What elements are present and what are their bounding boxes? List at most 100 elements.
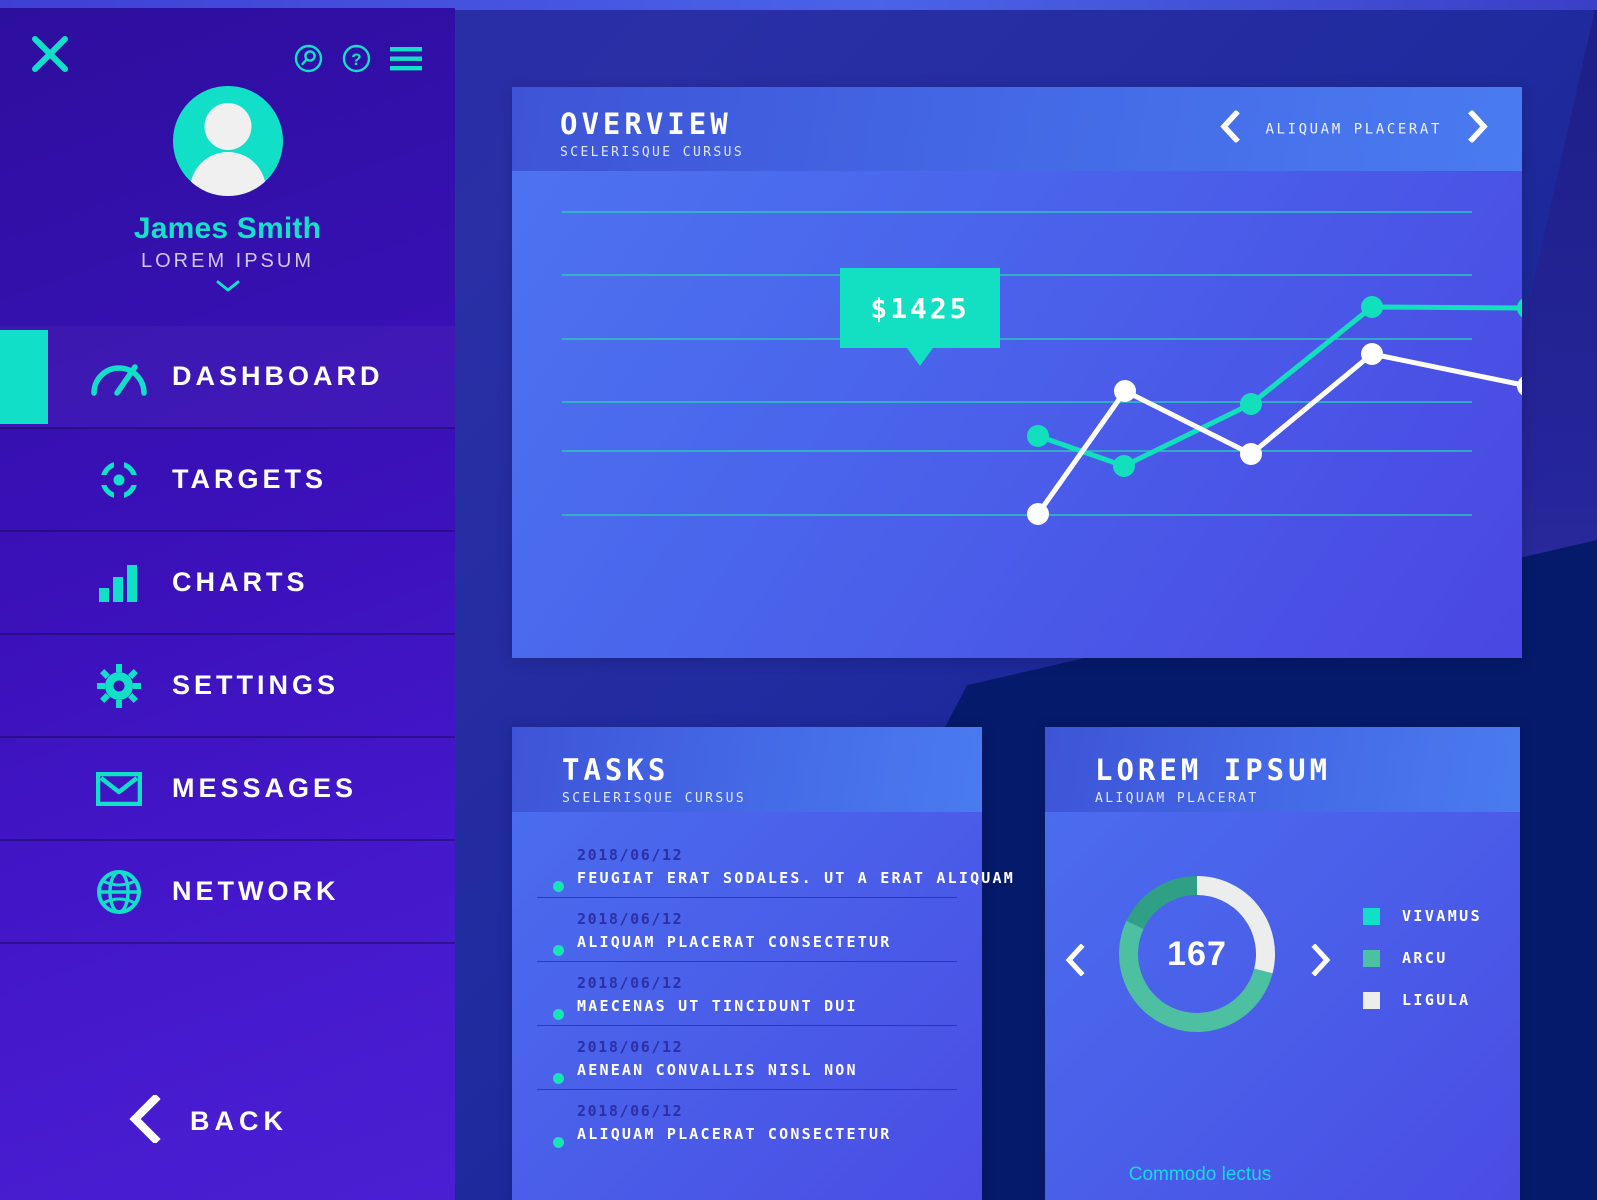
line-chart-svg <box>562 147 1597 525</box>
overview-card: OVERVIEW SCELERISQUE CURSUS ALIQUAM PLAC… <box>512 87 1597 658</box>
legend-swatch <box>1363 991 1380 1009</box>
sidebar-top-icons: ? <box>294 44 422 78</box>
chart-point-white[interactable] <box>1240 443 1262 465</box>
donut-title: LOREM IPSUM <box>1095 753 1332 787</box>
task-status-dot <box>553 881 564 892</box>
sidebar-menu: DASHBOARD TARGETS CHARTS SETTINGS MESSAG… <box>0 326 455 944</box>
task-text: MAECENAS UT TINCIDUNT DUI <box>577 997 858 1015</box>
task-date: 2018/06/12 <box>577 846 684 864</box>
legend-swatch <box>1363 949 1380 967</box>
chart-point-white[interactable] <box>1361 343 1383 365</box>
tasks-title: TASKS <box>562 753 670 787</box>
chevron-down-icon[interactable] <box>0 279 455 298</box>
sidebar-item-label: DASHBOARD <box>172 361 384 391</box>
task-date: 2018/06/12 <box>577 910 684 928</box>
active-indicator <box>0 330 48 424</box>
target-icon <box>88 455 150 504</box>
main-content: OVERVIEW SCELERISQUE CURSUS ALIQUAM PLAC… <box>455 0 1597 1200</box>
legend-item[interactable]: VIVAMUS <box>1363 907 1482 925</box>
task-text: ALIQUAM PLACERAT CONSECTETUR <box>577 1125 892 1143</box>
avatar-body <box>189 152 266 196</box>
chevron-left-icon[interactable] <box>1065 943 1085 981</box>
task-row[interactable]: 2018/06/12 AENEAN CONVALLIS NISL NON <box>537 1025 957 1089</box>
sidebar-item-label: TARGETS <box>172 464 327 494</box>
legend-label: LIGULA <box>1402 991 1471 1009</box>
menu-icon[interactable] <box>390 46 422 77</box>
sidebar-item-label: NETWORK <box>172 876 340 906</box>
sidebar: ? James Smith LOREM IPSUM DASHBOARD TARG… <box>0 8 455 1200</box>
task-row[interactable]: 2018/06/12 ALIQUAM PLACERAT CONSECTETUR <box>537 897 957 961</box>
task-date: 2018/06/12 <box>577 974 684 992</box>
donut-chart: 167 <box>1107 864 1287 1044</box>
donut-subtitle: ALIQUAM PLACERAT <box>1095 791 1259 806</box>
task-text: FEUGIAT ERAT SODALES. UT A ERAT ALIQUAM <box>577 869 1015 887</box>
tasks-card: TASKS SCELERISQUE CURSUS 2018/06/12 FEUGI… <box>512 727 1015 1200</box>
gear-icon <box>88 663 150 708</box>
chevron-right-icon[interactable] <box>1468 109 1488 148</box>
task-text: ALIQUAM PLACERAT CONSECTETUR <box>577 933 892 951</box>
chart-point-white[interactable] <box>1027 503 1049 525</box>
tasks-list: 2018/06/12 FEUGIAT ERAT SODALES. UT A ERA… <box>512 812 1015 1200</box>
avatar[interactable] <box>172 86 283 196</box>
sidebar-item-messages[interactable]: MESSAGES <box>0 738 455 841</box>
legend-label: VIVAMUS <box>1402 907 1483 925</box>
search-icon[interactable] <box>294 44 323 78</box>
task-date: 2018/06/12 <box>577 1038 684 1056</box>
chart-line-teal <box>1035 304 1597 469</box>
chart-point-teal[interactable] <box>1361 296 1383 318</box>
profile-block: James Smith LOREM IPSUM <box>0 86 455 298</box>
envelope-icon <box>88 771 150 806</box>
sidebar-item-charts[interactable]: CHARTS <box>0 532 455 635</box>
chart-series <box>1027 296 1597 525</box>
task-row[interactable]: 2018/06/12 MAECENAS UT TINCIDUNT DUI <box>537 961 957 1025</box>
chart-point-white[interactable] <box>1517 375 1539 397</box>
sidebar-item-network[interactable]: NETWORK <box>0 841 455 944</box>
task-date: 2018/06/12 <box>577 1102 684 1120</box>
chart-gridlines <box>562 147 1472 516</box>
legend-swatch <box>1363 907 1380 925</box>
task-status-dot <box>553 1009 564 1020</box>
chart-point-teal[interactable] <box>1517 297 1539 319</box>
back-button[interactable]: BACK <box>0 1093 455 1148</box>
overview-nav-label: ALIQUAM PLACERAT <box>1265 121 1442 137</box>
tasks-header: TASKS SCELERISQUE CURSUS <box>512 727 982 812</box>
legend-item[interactable]: LIGULA <box>1363 991 1482 1009</box>
close-icon[interactable] <box>30 34 70 74</box>
task-text: AENEAN CONVALLIS NISL NON <box>577 1061 858 1079</box>
chart-point-teal[interactable] <box>1113 455 1135 477</box>
sidebar-item-label: SETTINGS <box>172 670 340 700</box>
donut-header: LOREM IPSUM ALIQUAM PLACERAT <box>1045 727 1520 812</box>
chevron-left-icon[interactable] <box>1219 109 1240 148</box>
task-status-dot <box>553 1073 564 1084</box>
chart-tooltip: $1425 <box>840 268 1000 348</box>
sidebar-item-settings[interactable]: SETTINGS <box>0 635 455 738</box>
task-row[interactable]: 2018/06/12 ALIQUAM PLACERAT CONSECTETUR <box>537 1089 957 1153</box>
chart-point-teal[interactable] <box>1240 393 1262 415</box>
donut-caption: Commodo lectus <box>1128 1164 1272 1185</box>
task-status-dot <box>553 1137 564 1148</box>
overview-nav: ALIQUAM PLACERAT <box>1219 109 1488 148</box>
sidebar-item-label: MESSAGES <box>172 773 358 803</box>
help-icon[interactable]: ? <box>342 44 371 78</box>
task-row[interactable]: 2018/06/12 FEUGIAT ERAT SODALES. UT A ERA… <box>537 834 1015 897</box>
svg-text:?: ? <box>351 50 361 69</box>
task-status-dot <box>553 945 564 956</box>
donut-legend: VIVAMUS ARCU LIGULA <box>1363 907 1482 1033</box>
globe-icon <box>88 869 150 915</box>
chart-point-teal[interactable] <box>1027 425 1049 447</box>
sidebar-item-label: CHARTS <box>172 567 309 597</box>
gauge-icon <box>88 357 150 397</box>
user-subtitle: LOREM IPSUM <box>140 250 315 272</box>
user-name: James Smith <box>133 212 322 245</box>
chevron-right-icon[interactable] <box>1311 943 1331 981</box>
sidebar-item-dashboard[interactable]: DASHBOARD <box>0 326 455 429</box>
legend-item[interactable]: ARCU <box>1363 949 1482 967</box>
donut-center-value: 167 <box>1167 934 1227 973</box>
legend-label: ARCU <box>1402 949 1448 967</box>
back-label: BACK <box>190 1106 288 1136</box>
overview-chart: $1425 <box>512 147 1597 658</box>
chart-point-white[interactable] <box>1114 380 1136 402</box>
tasks-subtitle: SCELERISQUE CURSUS <box>562 791 747 806</box>
sidebar-item-targets[interactable]: TARGETS <box>0 429 455 532</box>
donut-body: 167 VIVAMUS ARCU LIGULA Commodo lectus <box>1045 812 1520 1200</box>
